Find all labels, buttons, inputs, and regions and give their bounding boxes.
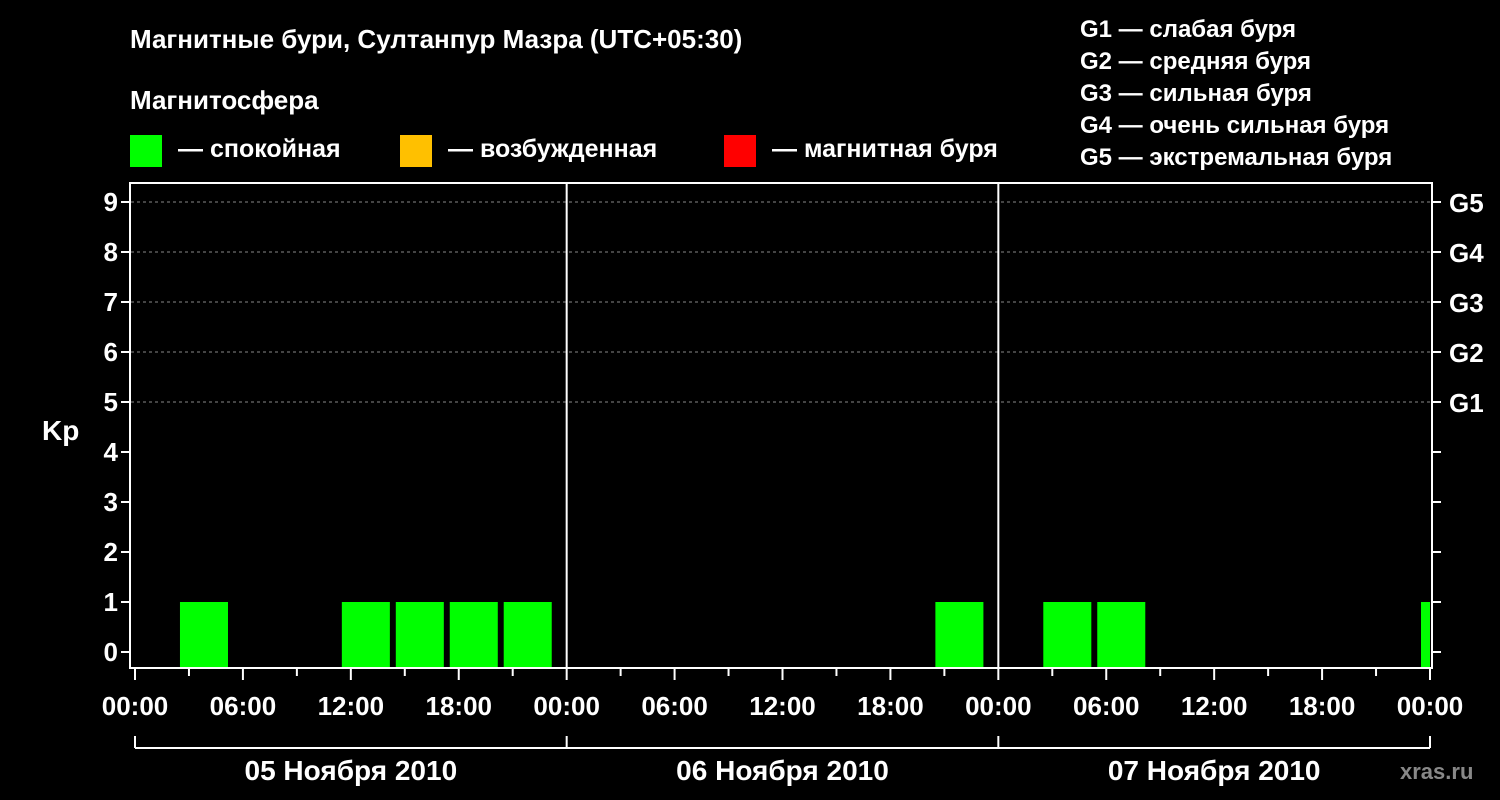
plot-frame [129, 182, 1433, 669]
y-tick-label-5: 5 [104, 387, 118, 417]
legend-swatch-quiet [130, 135, 162, 167]
storm-scale-g4: G4 — очень сильная буря [1080, 112, 1389, 139]
g-scale-label-g5: G5 [1449, 188, 1484, 218]
x-tick-label-12: 00:00 [1397, 691, 1464, 721]
y-tick-label-0: 0 [104, 637, 118, 667]
bar-8 [1421, 602, 1430, 668]
watermark: xras.ru [1400, 759, 1473, 784]
day-label-1: 06 Ноября 2010 [676, 755, 889, 786]
y-tick-label-9: 9 [104, 187, 118, 217]
bar-6 [1043, 602, 1092, 668]
x-tick-label-6: 12:00 [749, 691, 816, 721]
day-label-0: 05 Ноября 2010 [245, 755, 458, 786]
legend-label-quiet: — спокойная [178, 135, 341, 163]
x-tick-label-8: 00:00 [965, 691, 1032, 721]
y-axis-label: Kp [42, 415, 79, 446]
storm-scale-g3: G3 — сильная буря [1080, 80, 1312, 107]
bar-1 [341, 602, 390, 668]
day-label-2: 07 Ноября 2010 [1108, 755, 1321, 786]
bar-4 [503, 602, 552, 668]
bar-0 [179, 602, 228, 668]
legend-title: Магнитосфера [130, 85, 319, 115]
x-tick-label-4: 00:00 [533, 691, 600, 721]
x-tick-label-10: 12:00 [1181, 691, 1248, 721]
x-tick-label-11: 18:00 [1289, 691, 1356, 721]
x-tick-label-7: 18:00 [857, 691, 924, 721]
bar-7 [1097, 602, 1146, 668]
storm-scale-legend: G1 — слабая буря G2 — средняя буря G3 — … [1080, 16, 1392, 171]
g-scale-label-g3: G3 [1449, 288, 1484, 318]
legend-label-active: — возбужденная [448, 135, 657, 163]
y-tick-label-2: 2 [104, 537, 118, 567]
storm-scale-g5: G5 — экстремальная буря [1080, 144, 1392, 171]
y-tick-label-6: 6 [104, 337, 118, 367]
x-tick-label-3: 18:00 [426, 691, 493, 721]
x-tick-label-0: 00:00 [102, 691, 169, 721]
legend-swatch-storm [724, 135, 756, 167]
bar-2 [395, 602, 444, 668]
storm-scale-g2: G2 — средняя буря [1080, 48, 1311, 75]
chart-title: Магнитные бури, Султанпур Мазра (UTC+05:… [130, 24, 742, 54]
grid [131, 201, 1431, 403]
g-scale-label-g2: G2 [1449, 338, 1484, 368]
legend: — спокойная — возбужденная — магнитная б… [130, 135, 998, 167]
y-tick-label-7: 7 [104, 287, 118, 317]
y-tick-label-8: 8 [104, 237, 118, 267]
legend-label-storm: — магнитная буря [772, 135, 998, 163]
x-tick-label-9: 06:00 [1073, 691, 1140, 721]
x-tick-label-2: 12:00 [318, 691, 385, 721]
bar-5 [935, 602, 984, 668]
bars [179, 602, 1430, 668]
x-tick-label-1: 06:00 [210, 691, 277, 721]
legend-swatch-active [400, 135, 432, 167]
y-tick-label-4: 4 [104, 437, 119, 467]
kp-chart: Магнитные бури, Султанпур Мазра (UTC+05:… [42, 16, 1484, 786]
storm-scale-g1: G1 — слабая буря [1080, 16, 1296, 43]
y-tick-label-3: 3 [104, 487, 118, 517]
g-scale-label-g1: G1 [1449, 388, 1484, 418]
x-tick-label-5: 06:00 [641, 691, 708, 721]
g-scale-label-g4: G4 [1449, 238, 1484, 268]
bar-3 [449, 602, 498, 668]
axes: 0 1 2 3 4 5 6 7 8 9 G1 G2 G3 G4 G5 00:00 06:00 12:00 18:00… [102, 182, 1484, 786]
y-tick-label-1: 1 [104, 587, 118, 617]
